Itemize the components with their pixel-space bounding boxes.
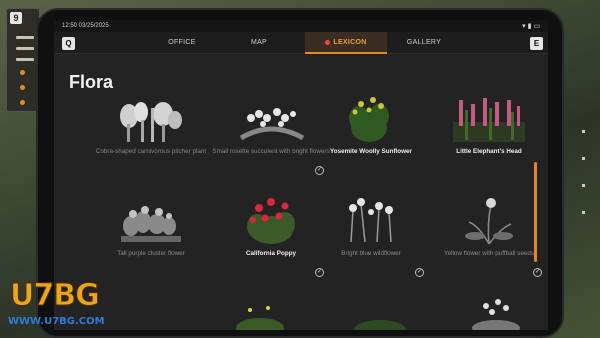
page-title: Flora	[69, 72, 114, 92]
tab-lexicon[interactable]: LEXICON	[305, 32, 387, 54]
status-icons: ▾ ▮ ▭	[522, 23, 540, 30]
tab-map[interactable]: MAP	[234, 32, 284, 54]
tab-lexicon-label: LEXICON	[333, 39, 367, 46]
plant-thumbnail-partial	[354, 320, 406, 330]
watermark-text: U7BG	[10, 278, 101, 314]
elephant-head-flower-icon	[453, 98, 525, 142]
watermark-logo: U7BG WWW.U7BG.COM	[8, 276, 138, 332]
plant-thumbnail-partial	[236, 306, 284, 330]
plant-thumbnail-partial	[472, 299, 520, 330]
watermark-url: WWW.U7BG.COM	[8, 316, 105, 327]
check-icon: ✓	[533, 268, 542, 277]
purple-cluster-flower-icon	[121, 206, 181, 242]
tab-office[interactable]: OFFICE	[154, 32, 210, 54]
plant-label: Little Elephant's Head	[456, 148, 522, 155]
succulent-icon	[239, 108, 305, 141]
plant-card[interactable]: Yellow flower with puffball seeds ✓	[429, 196, 548, 300]
tab-gallery[interactable]: GALLERY	[394, 32, 454, 54]
scrollbar[interactable]	[534, 162, 537, 262]
prev-tab-key[interactable]: Q	[62, 37, 75, 50]
background-right-markers	[582, 130, 585, 238]
california-poppy-icon	[247, 198, 295, 244]
plant-card[interactable]: Little Elephant's Head	[429, 94, 548, 198]
plant-label: Yosemite Woolly Sunflower	[330, 148, 412, 155]
plant-label: Tall purple cluster flower	[117, 250, 185, 257]
pitcher-plant-icon	[120, 102, 182, 142]
background-objective-dots	[20, 70, 25, 115]
status-bar: 12:50 03/25/2025 ▾ ▮ ▭	[54, 20, 548, 32]
active-dot-icon	[325, 39, 331, 45]
sunflower-plant-icon	[349, 97, 389, 142]
next-tab-key[interactable]: E	[530, 37, 543, 50]
background-quest-lines	[16, 36, 38, 69]
plant-card[interactable]: Bright blue wildflower ✓	[311, 196, 431, 300]
plant-card[interactable]: Cobra-shaped carnivorous pitcher plant	[91, 94, 211, 198]
background-level-badge: 9	[10, 12, 22, 24]
plant-label: Cobra-shaped carnivorous pitcher plant	[95, 148, 207, 155]
plant-label: Bright blue wildflower	[341, 250, 401, 257]
blue-wildflower-icon	[349, 198, 393, 243]
plant-card[interactable]: Yosemite Woolly Sunflower	[311, 94, 431, 198]
status-time: 12:50 03/25/2025	[62, 23, 109, 29]
puffball-flower-icon	[465, 198, 513, 245]
check-icon: ✓	[415, 268, 424, 277]
plant-label: Yellow flower with puffball seeds	[444, 250, 534, 257]
top-navigation: Q OFFICE MAP LEXICON GALLERY E	[54, 32, 548, 54]
